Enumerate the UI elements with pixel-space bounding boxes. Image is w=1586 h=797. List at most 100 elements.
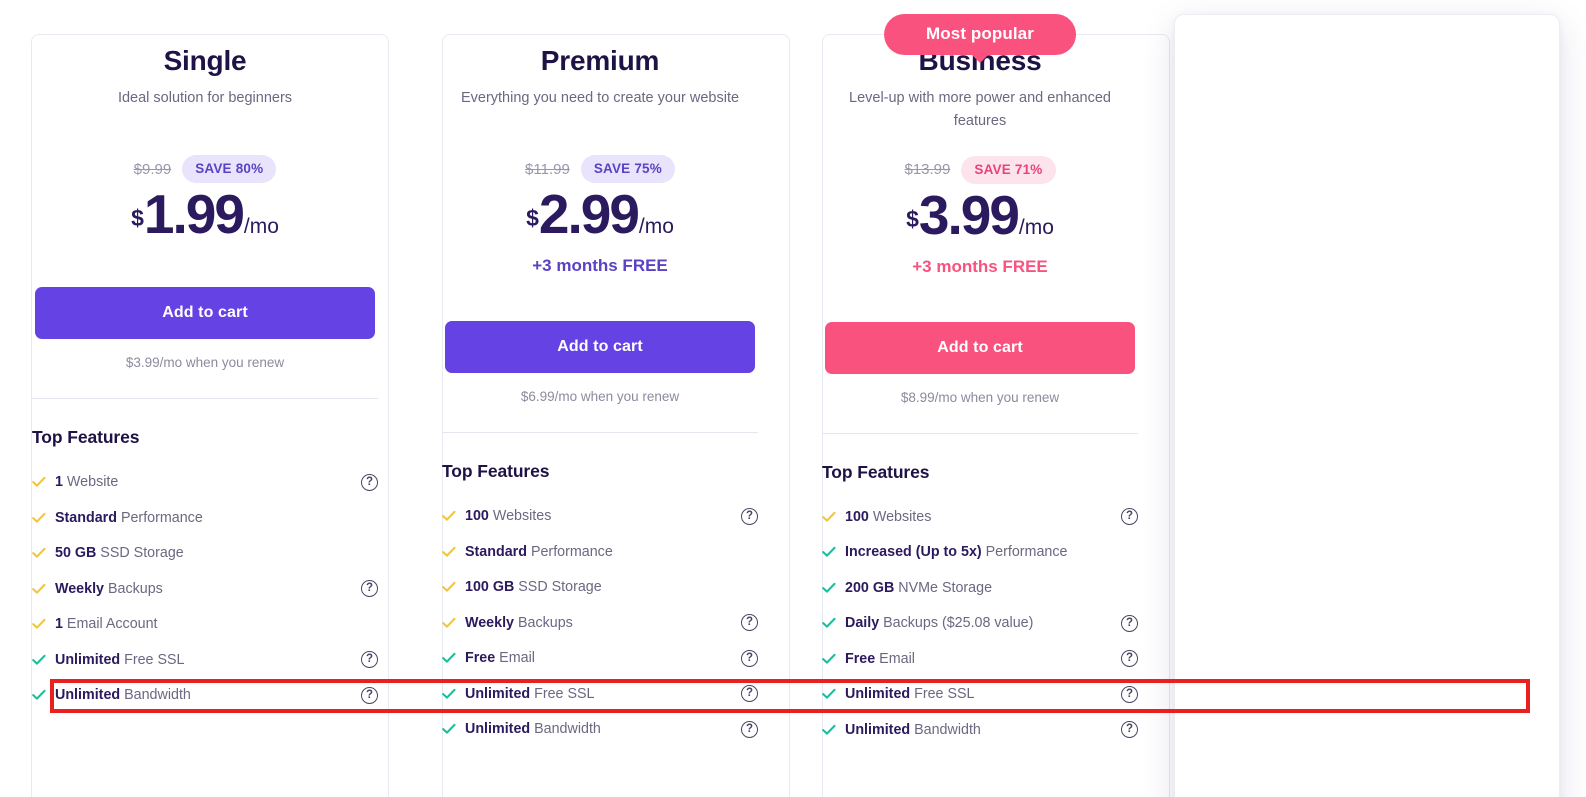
check-icon xyxy=(442,617,456,629)
feature-label: Increased (Up to 5x) Performance xyxy=(845,544,1068,561)
renewal-note: $3.99/mo when you renew xyxy=(125,355,285,371)
feature-label: Unlimited Bandwidth xyxy=(845,721,981,738)
price-compare-row: $13.99 SAVE 71% xyxy=(822,155,1138,184)
feature-row: 1 Website? xyxy=(32,464,378,500)
feature-label: Weekly Backups xyxy=(55,580,163,597)
check-icon xyxy=(442,652,456,664)
help-icon[interactable]: ? xyxy=(741,507,758,525)
feature-row: 1 Email Account? xyxy=(32,606,378,642)
feature-row: Increased (Up to 5x) Performance? xyxy=(822,534,1138,570)
plan-card-premium[interactable]: Premium Everything you need to create yo… xyxy=(410,0,790,797)
old-price: $13.99 xyxy=(904,161,951,179)
help-icon[interactable]: ? xyxy=(1121,721,1138,739)
plan-content: Single Ideal solution for beginners $9.9… xyxy=(0,45,410,713)
plan-content: Business Level-up with more power and en… xyxy=(790,45,1170,747)
help-icon[interactable]: ? xyxy=(1121,650,1138,668)
feature-row: Weekly Backups? xyxy=(32,571,378,607)
feature-label: 100 Websites xyxy=(465,508,552,525)
feature-label: Unlimited Free SSL xyxy=(845,686,975,703)
check-icon xyxy=(442,546,456,558)
check-icon xyxy=(822,511,836,523)
check-icon xyxy=(32,654,46,666)
check-icon xyxy=(442,688,456,700)
help-icon[interactable]: ? xyxy=(1121,685,1138,703)
help-icon[interactable]: ? xyxy=(741,649,758,667)
price-compare-row: $9.99 SAVE 80% xyxy=(32,155,378,184)
plan-title: Premium xyxy=(540,45,660,76)
help-icon[interactable]: ? xyxy=(1121,614,1138,632)
help-icon[interactable]: ? xyxy=(361,686,378,704)
feature-row: Unlimited Free SSL? xyxy=(32,642,378,678)
feature-label: Daily Backups ($25.08 value) xyxy=(845,615,1034,632)
cta-wrapper: Add to cart xyxy=(822,321,1138,374)
feature-label: Free Email xyxy=(465,650,535,667)
help-icon[interactable]: ? xyxy=(741,614,758,632)
features-list: 1 Website?Standard Performance?50 GB SSD… xyxy=(32,464,378,713)
feature-label: Free Email xyxy=(845,650,915,667)
price-compare-row: $11.99 SAVE 75% xyxy=(442,155,758,184)
check-icon xyxy=(822,617,836,629)
renewal-note: $8.99/mo when you renew xyxy=(900,389,1060,405)
feature-row: Weekly Backups? xyxy=(442,605,758,641)
bonus-months-label: +3 months FREE xyxy=(532,256,668,276)
old-price: $9.99 xyxy=(133,160,172,178)
add-to-cart-button[interactable]: Add to cart xyxy=(825,321,1135,374)
plan-card-cloud-startup[interactable]: Cloud Startup Enjoy optimized performanc… xyxy=(1170,0,1586,797)
check-icon xyxy=(822,653,836,665)
feature-row: Unlimited Free SSL? xyxy=(822,676,1138,712)
currency-symbol: $ xyxy=(526,205,539,232)
currency-symbol: $ xyxy=(131,205,144,232)
help-icon[interactable]: ? xyxy=(361,651,378,669)
check-icon xyxy=(32,618,46,630)
add-to-cart-button[interactable]: Add to cart xyxy=(35,287,375,340)
section-divider xyxy=(822,432,1138,434)
price-period: /mo xyxy=(243,215,279,239)
old-price: $11.99 xyxy=(525,160,570,178)
feature-row: Unlimited Free SSL? xyxy=(442,676,758,712)
feature-row: 100 Websites? xyxy=(822,499,1138,535)
feature-label: Unlimited Bandwidth xyxy=(465,721,601,738)
feature-label: 1 Email Account xyxy=(55,616,158,633)
pricing-cards-row: Single Ideal solution for beginners $9.9… xyxy=(0,0,1586,797)
most-popular-badge: Most popular xyxy=(884,14,1076,63)
feature-label: 50 GB SSD Storage xyxy=(55,545,184,562)
feature-row: Standard Performance? xyxy=(32,500,378,536)
cta-wrapper: Add to cart xyxy=(32,287,378,340)
help-icon[interactable]: ? xyxy=(1121,508,1138,526)
help-icon[interactable]: ? xyxy=(741,685,758,703)
check-icon xyxy=(442,581,456,593)
feature-label: 100 GB SSD Storage xyxy=(465,579,602,596)
help-icon[interactable]: ? xyxy=(741,720,758,738)
check-icon xyxy=(32,689,46,701)
current-price: $ 3.99 /mo xyxy=(822,187,1138,243)
check-icon xyxy=(822,724,836,736)
cta-wrapper: Add to cart xyxy=(442,321,758,374)
feature-label: Unlimited Free SSL xyxy=(55,651,185,668)
help-icon[interactable]: ? xyxy=(361,473,378,491)
feature-row: Daily Backups ($25.08 value)? xyxy=(822,605,1138,641)
feature-label: 100 Websites xyxy=(845,508,932,525)
price-amount: 2.99 xyxy=(538,183,640,246)
pricing-page: Single Ideal solution for beginners $9.9… xyxy=(0,0,1586,797)
feature-row: Unlimited Bandwidth? xyxy=(822,712,1138,748)
feature-label: 200 GB NVMe Storage xyxy=(845,579,993,596)
check-icon xyxy=(32,476,46,488)
check-icon xyxy=(32,547,46,559)
current-price: $ 2.99 /mo xyxy=(442,187,758,242)
features-list: 100 Websites?Standard Performance?100 GB… xyxy=(442,498,758,747)
check-icon xyxy=(32,512,46,524)
feature-label: Standard Performance xyxy=(465,543,613,560)
feature-row: Standard Performance? xyxy=(442,534,758,570)
plan-tagline: Level-up with more power and enhanced fe… xyxy=(849,90,1111,130)
features-heading: Top Features xyxy=(442,461,550,482)
add-to-cart-button[interactable]: Add to cart xyxy=(445,321,755,374)
price-period: /mo xyxy=(638,215,674,239)
feature-row: 100 Websites? xyxy=(442,498,758,534)
feature-row: Unlimited Bandwidth? xyxy=(442,711,758,747)
plan-card-business[interactable]: Most popular Business Level-up with more… xyxy=(790,0,1170,797)
feature-label: Standard Performance xyxy=(55,509,203,526)
price-amount: 1.99 xyxy=(143,183,245,246)
plan-card-single[interactable]: Single Ideal solution for beginners $9.9… xyxy=(0,0,410,797)
help-icon[interactable]: ? xyxy=(361,580,378,598)
feature-row: Free Email? xyxy=(442,640,758,676)
